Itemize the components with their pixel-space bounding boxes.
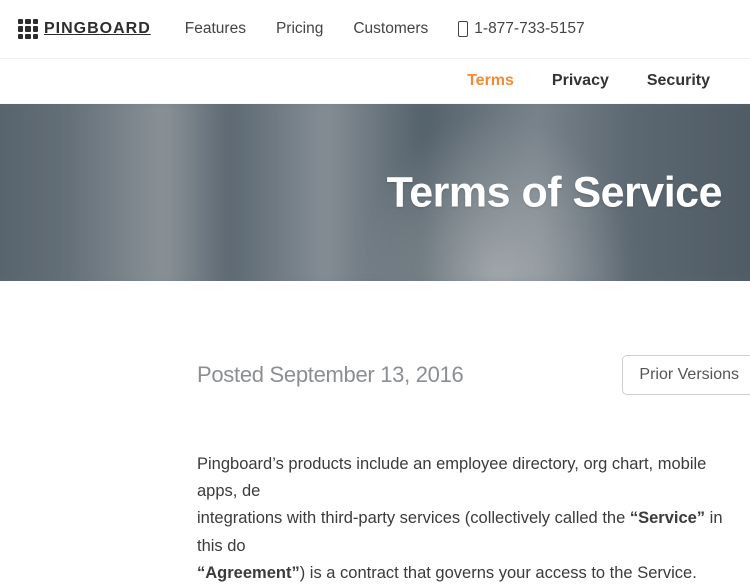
tab-security[interactable]: Security (647, 72, 710, 90)
phone-icon (458, 21, 468, 37)
tab-terms[interactable]: Terms (467, 72, 514, 90)
meta-row: Posted September 13, 2016 Prior Versions (197, 355, 750, 395)
top-nav: PINGBOARD Features Pricing Customers 1-8… (0, 0, 750, 59)
prior-versions-button[interactable]: Prior Versions (622, 355, 750, 395)
phone-link[interactable]: 1-877-733-5157 (458, 20, 584, 38)
brand-logo[interactable]: PINGBOARD (18, 19, 151, 39)
hero-banner: Terms of Service (0, 104, 750, 281)
nav-pricing[interactable]: Pricing (276, 20, 323, 38)
posted-date: Posted September 13, 2016 (197, 362, 463, 388)
nav-customers[interactable]: Customers (353, 20, 428, 38)
page-title: Terms of Service (387, 168, 722, 217)
phone-number: 1-877-733-5157 (474, 20, 584, 38)
legal-subnav: Terms Privacy Security (0, 59, 750, 104)
logo-icon (18, 19, 38, 39)
primary-nav: Features Pricing Customers (185, 20, 429, 38)
brand-name: PINGBOARD (44, 20, 151, 38)
nav-features[interactable]: Features (185, 20, 246, 38)
content-area: Posted September 13, 2016 Prior Versions… (0, 281, 750, 587)
tab-privacy[interactable]: Privacy (552, 72, 609, 90)
body-text: Pingboard’s products include an employee… (197, 451, 750, 587)
